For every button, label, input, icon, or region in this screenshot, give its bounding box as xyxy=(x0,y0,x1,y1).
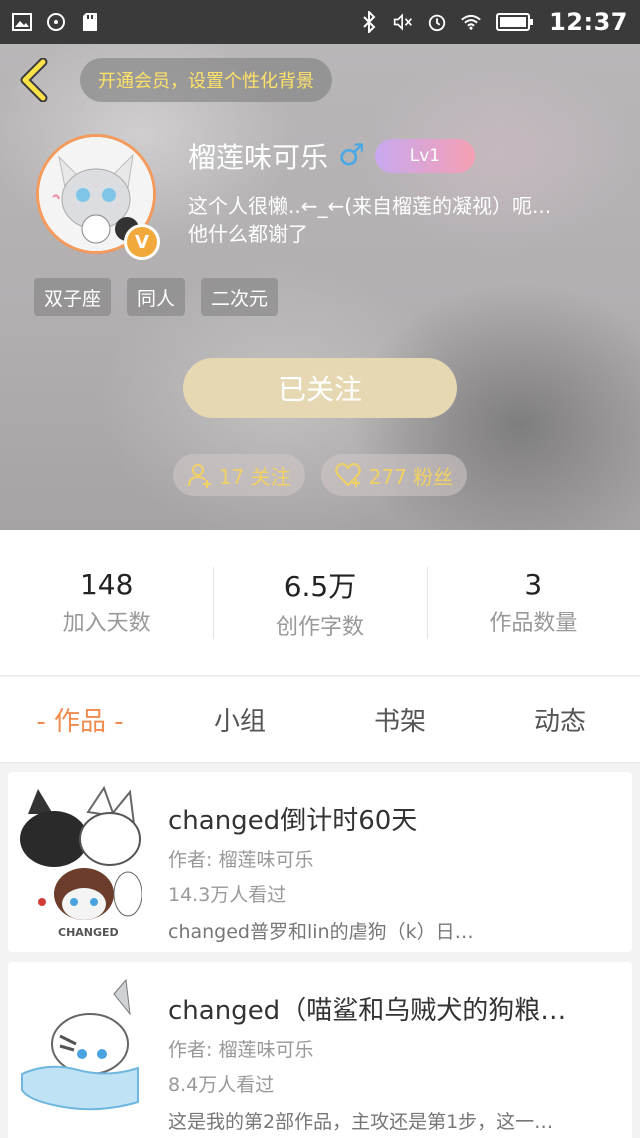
status-bar: 12:37 xyxy=(0,0,640,44)
heart-icon xyxy=(334,463,361,487)
bio: 这个人很懒..←_←(来自榴莲的凝视）呃... 他什么都谢了 xyxy=(188,192,628,248)
tab-groups[interactable]: 小组 xyxy=(160,701,320,738)
clock: 12:37 xyxy=(549,8,628,36)
verified-badge: V xyxy=(124,224,160,260)
follow-button[interactable]: 已关注 xyxy=(183,358,457,418)
username: 榴莲味可乐 xyxy=(188,141,329,174)
work-cover xyxy=(18,974,142,1130)
stat-label: 创作字数 xyxy=(275,614,364,640)
work-title: changed倒计时60天 xyxy=(168,806,418,836)
stat-word-count: 6.5万 创作字数 xyxy=(213,561,426,645)
bio-line: 这个人很懒..←_←(来自榴莲的凝视）呃... xyxy=(188,194,552,218)
sd-card-icon xyxy=(80,12,100,32)
stats-row: 148 加入天数 6.5万 创作字数 3 作品数量 xyxy=(0,530,640,676)
stat-works-count: 3 作品数量 xyxy=(426,561,640,645)
stat-join-days: 148 加入天数 xyxy=(0,561,213,645)
bluetooth-icon xyxy=(359,11,379,33)
profile-header: 开通会员，设置个性化背景 V 榴莲味可乐 ♂ Lv1 这个人很懒..←_←(来自… xyxy=(0,44,640,530)
back-button[interactable] xyxy=(12,56,56,104)
cover-text: CHANGED xyxy=(58,926,119,939)
level-badge: Lv1 xyxy=(374,139,475,173)
work-description: changed普罗和lin的虐狗（k）日… xyxy=(168,921,474,943)
tab-bar: - 作品 - 小组 书架 动态 xyxy=(0,677,640,763)
following-count: 17 关注 xyxy=(218,464,291,489)
stat-value: 6.5万 xyxy=(283,569,357,603)
stat-label: 作品数量 xyxy=(489,611,578,636)
bio-line: 他什么都谢了 xyxy=(188,222,308,246)
fans-button[interactable]: 277 粉丝 xyxy=(320,454,468,496)
male-gender-icon: ♂ xyxy=(338,138,365,173)
avatar[interactable]: V xyxy=(36,134,160,260)
mute-icon xyxy=(393,12,413,32)
stat-value: 3 xyxy=(524,568,543,601)
vip-banner[interactable]: 开通会员，设置个性化背景 xyxy=(80,58,332,102)
work-author: 作者: 榴莲味可乐 xyxy=(168,849,314,871)
user-add-icon xyxy=(187,464,211,488)
battery-icon xyxy=(495,12,535,32)
works-list: CHANGED changed倒计时60天 作者: 榴莲味可乐 14.3万人看过… xyxy=(8,772,632,1138)
chevron-left-icon xyxy=(20,58,48,102)
tag-list: 双子座 同人 二次元 xyxy=(34,278,279,316)
stat-value: 148 xyxy=(79,568,134,601)
tag-item[interactable]: 同人 xyxy=(127,278,186,316)
wifi-icon xyxy=(461,12,481,32)
stat-label: 加入天数 xyxy=(62,611,151,636)
work-card[interactable]: CHANGED changed倒计时60天 作者: 榴莲味可乐 14.3万人看过… xyxy=(8,772,632,952)
work-views: 14.3万人看过 xyxy=(168,884,287,906)
tag-item[interactable]: 二次元 xyxy=(201,278,279,316)
work-author: 作者: 榴莲味可乐 xyxy=(168,1039,314,1061)
tab-works[interactable]: - 作品 - xyxy=(0,701,160,738)
work-cover: CHANGED xyxy=(18,784,143,940)
work-title: changed（喵鲨和乌贼犬的狗粮… xyxy=(168,996,567,1026)
work-views: 8.4万人看过 xyxy=(168,1074,275,1096)
disc-icon xyxy=(46,12,66,32)
tab-bookshelf[interactable]: 书架 xyxy=(320,701,480,738)
tag-item[interactable]: 双子座 xyxy=(34,278,112,316)
following-button[interactable]: 17 关注 xyxy=(172,454,305,496)
alarm-icon xyxy=(427,12,447,32)
work-card[interactable]: changed（喵鲨和乌贼犬的狗粮… 作者: 榴莲味可乐 8.4万人看过 这是我… xyxy=(8,962,632,1138)
image-icon xyxy=(12,12,32,32)
work-description: 这是我的第2部作品，主攻还是第1步，这一… xyxy=(168,1111,554,1133)
tab-activity[interactable]: 动态 xyxy=(480,701,640,738)
fans-count: 277 粉丝 xyxy=(368,464,454,489)
